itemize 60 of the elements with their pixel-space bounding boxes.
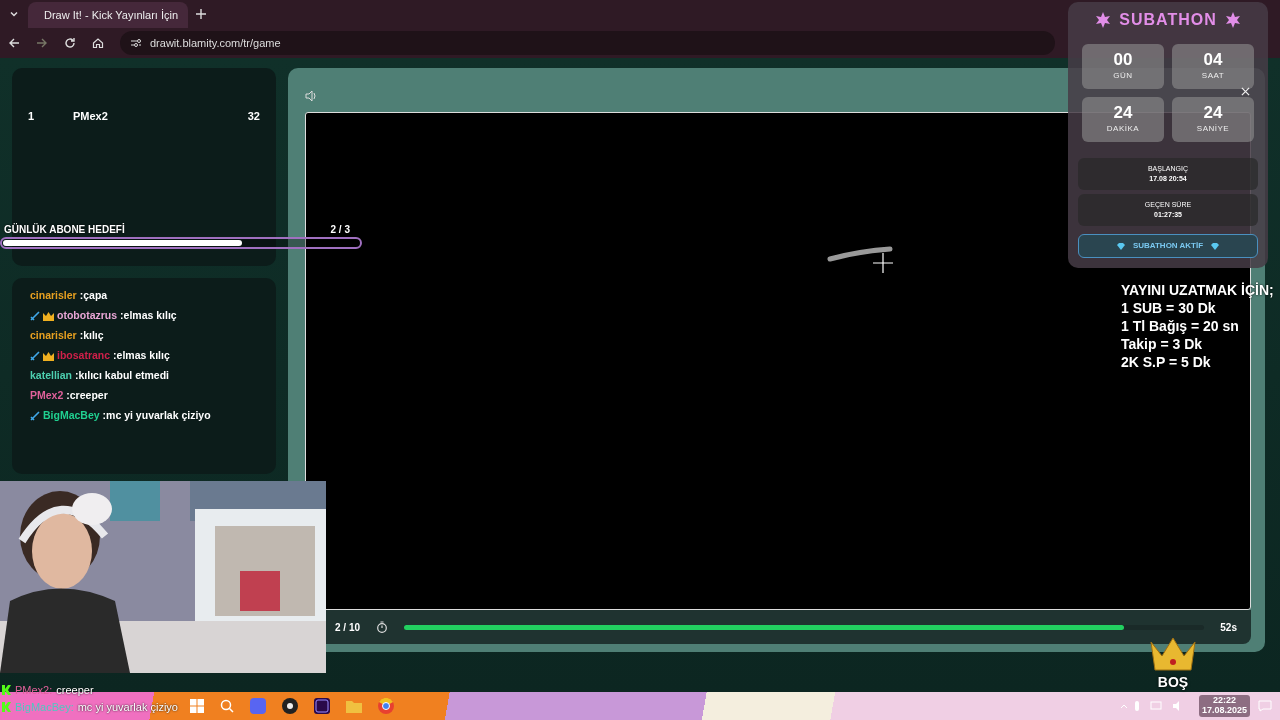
widget-title: SUBATHON (1119, 10, 1217, 30)
rank-number: 1 (28, 109, 36, 124)
time-remaining: 52s (1220, 620, 1237, 635)
chat-message: :mc yi yuvarlak çiziyo (102, 408, 211, 424)
browser-icon[interactable] (378, 698, 394, 714)
kick-logo-icon (2, 685, 11, 696)
speaker-icon[interactable] (305, 89, 317, 102)
overlay-text-line: 1 Tl Bağış = 20 sn (1121, 317, 1240, 335)
chat-username: katellian (30, 368, 73, 384)
goal-label: GÜNLÜK ABONE HEDEFİ (4, 222, 125, 237)
overlay-text-line: 2K S.P = 5 Dk (1121, 353, 1212, 371)
search-icon[interactable] (220, 699, 234, 713)
timer-unit: SANİYE (1196, 122, 1230, 135)
chat-username: cinarisler (30, 328, 77, 344)
chat-message: :çapa (79, 288, 108, 304)
chat-username: ibosatranc (57, 348, 111, 364)
home-icon[interactable] (92, 37, 104, 49)
timer-unit: DAKİKA (1106, 122, 1140, 135)
chat-message: :kılıç (79, 328, 104, 344)
reload-icon[interactable] (64, 37, 76, 49)
chat-message: :elmas kılıç (120, 308, 177, 324)
timer-value: 00 (1113, 51, 1133, 70)
timer-value: 24 (1203, 104, 1223, 123)
plus-icon[interactable] (196, 9, 206, 19)
chat-message: :creeper (66, 388, 108, 404)
overlay-text-line: Takip = 3 Dk (1121, 335, 1204, 353)
crown-icon (1148, 636, 1198, 672)
player-name: PMex2 (73, 109, 109, 124)
close-icon[interactable] (1241, 87, 1250, 96)
diamond-icon (1116, 242, 1125, 250)
overlay-text-line: 1 SUB = 30 Dk (1121, 299, 1217, 317)
timer-value: 24 (1113, 104, 1133, 123)
tab-title: Draw It! - Kick Yayınları İçin (44, 7, 179, 23)
clock[interactable]: 22:22 17.08.2025 (1198, 695, 1250, 717)
goal-count: 2 / 3 (330, 223, 351, 237)
chat-message: mc yi yuvarlak çiziyo (77, 699, 178, 715)
status-button[interactable]: SUBATHON AKTİF (1078, 234, 1258, 258)
chat-username: BigMacBey (43, 408, 100, 424)
chat-username: PMex2 (30, 388, 64, 404)
chat-username: otobotazrus (57, 308, 118, 324)
player-score: 32 (247, 109, 260, 124)
timer-unit: SAAT (1201, 69, 1225, 82)
chat-message: :kılıcı kabul etmedi (75, 368, 169, 384)
stopwatch-icon (376, 621, 389, 634)
timer-unit: GÜN (1113, 69, 1133, 82)
crown-label: BOŞ (1157, 673, 1189, 692)
star-burst-icon (1095, 12, 1112, 28)
round-counter: 2 / 10 (335, 620, 361, 635)
kick-logo-icon (2, 701, 11, 712)
back-arrow-icon[interactable] (8, 37, 20, 49)
browser-tab[interactable]: Draw It! - Kick Yayınları İçin (28, 2, 188, 28)
site-settings-icon (130, 37, 142, 49)
address-bar[interactable]: drawit.blamity.com/tr/game (120, 31, 1055, 55)
star-burst-icon (1224, 12, 1241, 28)
diamond-icon (1211, 242, 1220, 250)
forward-arrow-icon[interactable] (36, 37, 48, 49)
chat-username: BigMacBey: (15, 699, 74, 715)
timer-value: 04 (1203, 51, 1223, 70)
chat-username: cinarisler (30, 288, 77, 304)
chat-message: :elmas kılıç (113, 348, 170, 364)
